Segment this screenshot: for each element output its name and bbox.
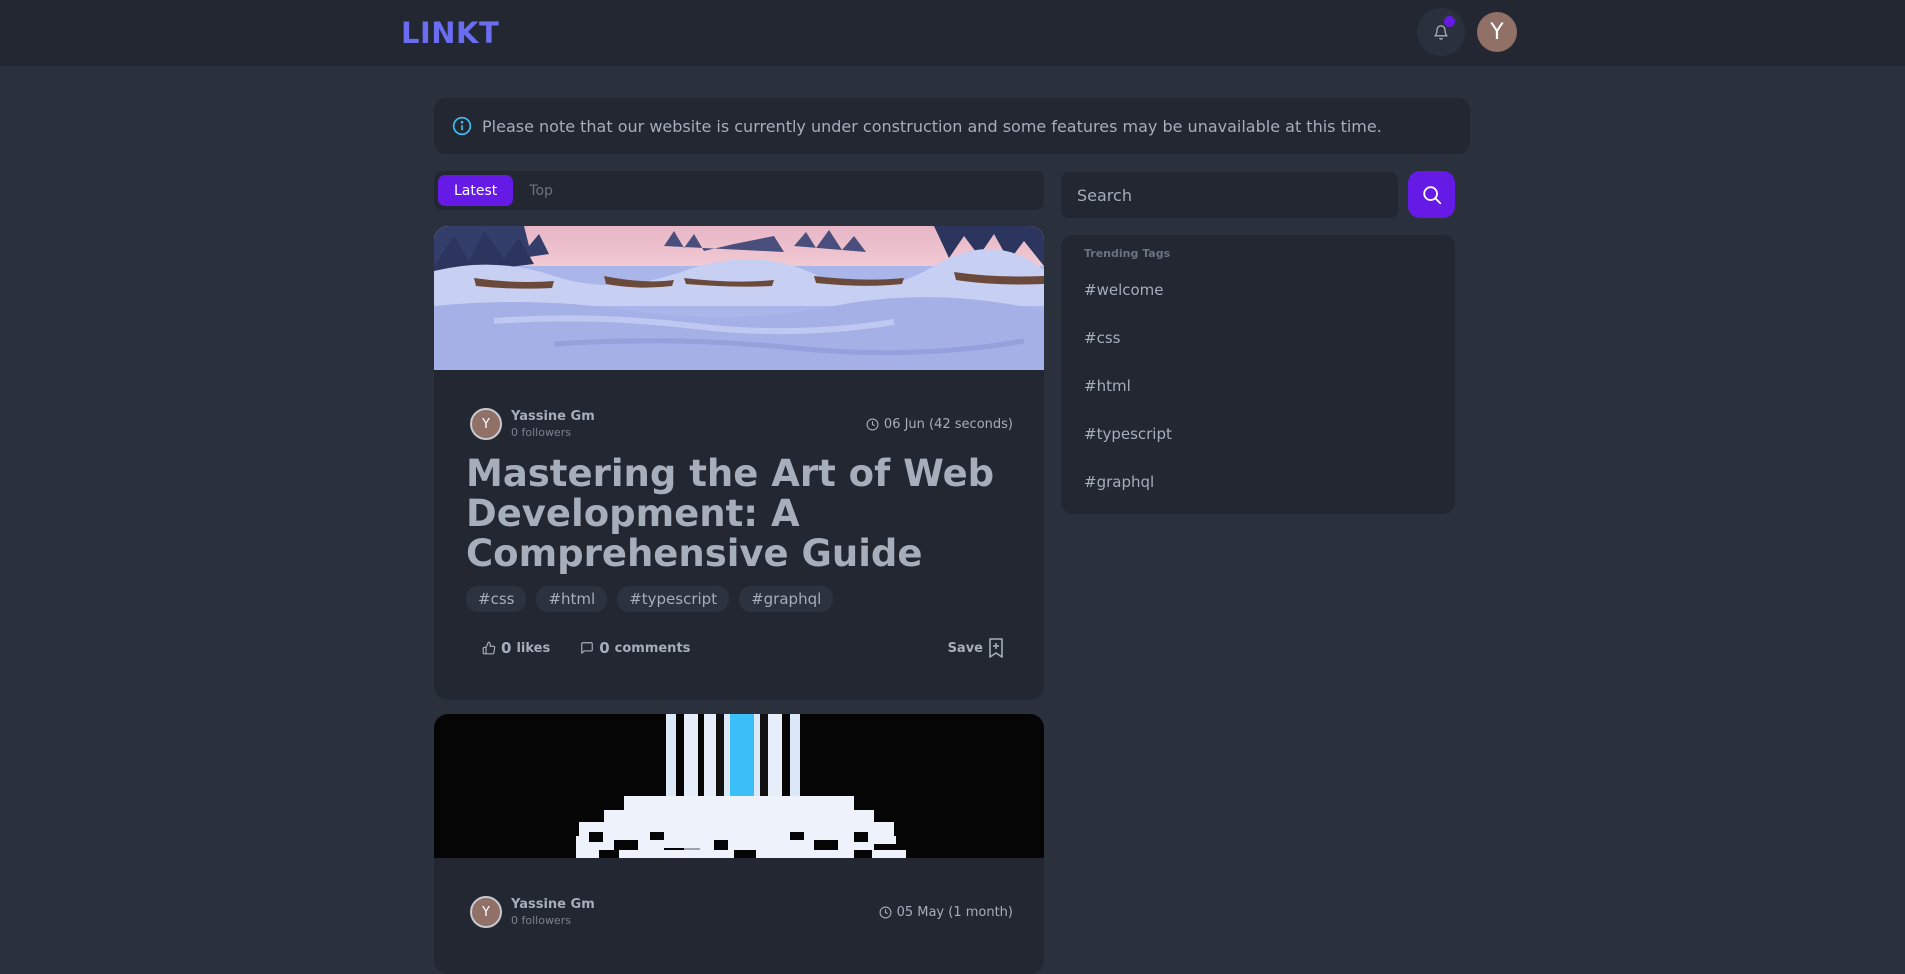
search-button[interactable] — [1408, 171, 1455, 218]
feed-tabs: Latest Top — [434, 171, 1044, 210]
post-date-text: 05 May (1 month) — [896, 904, 1013, 920]
post-cover-image[interactable] — [434, 226, 1044, 370]
save-button[interactable]: Save — [948, 638, 1004, 658]
post-tag[interactable]: #css — [466, 586, 527, 612]
clock-icon — [879, 906, 892, 919]
comments-count: 0 — [599, 639, 610, 657]
top-navbar: LINKT Y — [0, 0, 1905, 66]
user-avatar[interactable]: Y — [1477, 12, 1517, 52]
save-label: Save — [947, 640, 983, 656]
author-avatar[interactable]: Y — [470, 408, 502, 440]
trending-tag[interactable]: #graphql — [1084, 473, 1154, 491]
trending-tag[interactable]: #css — [1084, 329, 1120, 347]
thumbs-up-icon — [482, 641, 496, 655]
author-name[interactable]: Yassine Gm — [511, 897, 595, 912]
likes-label: likes — [516, 640, 551, 656]
post-actions: 0 likes 0 comments Save — [482, 636, 1004, 660]
search-icon — [1421, 184, 1443, 206]
post-title[interactable]: Mastering the Art of Web Development: A … — [466, 454, 1026, 574]
trending-tag[interactable]: #welcome — [1084, 281, 1164, 299]
notification-badge — [1444, 16, 1455, 27]
trending-tags-title: Trending Tags — [1084, 247, 1171, 260]
author-avatar[interactable]: Y — [470, 896, 502, 928]
post-meta: Y Yassine Gm 0 followers 05 May (1 month… — [470, 896, 1013, 928]
trending-tag[interactable]: #typescript — [1084, 425, 1172, 443]
likes-count: 0 — [501, 639, 512, 657]
post-date-text: 06 Jun (42 seconds) — [883, 416, 1013, 432]
post-card[interactable]: Y Yassine Gm 0 followers 05 May (1 month… — [434, 714, 1044, 974]
search-input[interactable] — [1061, 172, 1398, 218]
post-meta: Y Yassine Gm 0 followers 06 Jun (42 seco… — [470, 408, 1013, 440]
bookmark-icon — [988, 638, 1004, 658]
post-date: 05 May (1 month) — [879, 905, 1013, 920]
post-tags: #css #html #typescript #graphql — [466, 586, 834, 612]
post-date: 06 Jun (42 seconds) — [866, 417, 1013, 432]
comments-button[interactable]: 0 comments — [580, 639, 690, 657]
construction-notice: Please note that our website is currentl… — [434, 98, 1470, 154]
like-button[interactable]: 0 likes — [482, 639, 550, 657]
post-tag[interactable]: #html — [536, 586, 608, 612]
info-icon — [452, 116, 472, 136]
comments-label: comments — [614, 640, 691, 656]
post-cover-image[interactable] — [434, 714, 1044, 858]
trending-tags-panel: Trending Tags #welcome #css #html #types… — [1061, 235, 1455, 514]
trending-tag[interactable]: #html — [1084, 377, 1131, 395]
author-followers: 0 followers — [511, 914, 571, 927]
logo[interactable]: LINKT — [401, 16, 499, 50]
post-card[interactable]: Y Yassine Gm 0 followers 06 Jun (42 seco… — [434, 226, 1044, 700]
post-tag[interactable]: #graphql — [739, 586, 834, 612]
post-tag[interactable]: #typescript — [617, 586, 730, 612]
notifications-button[interactable] — [1417, 8, 1465, 56]
comment-icon — [580, 641, 594, 655]
tab-latest[interactable]: Latest — [438, 175, 514, 206]
clock-icon — [866, 418, 879, 431]
author-name[interactable]: Yassine Gm — [511, 409, 595, 424]
notice-text: Please note that our website is currentl… — [482, 116, 1382, 136]
tab-top[interactable]: Top — [513, 175, 569, 206]
author-followers: 0 followers — [511, 426, 571, 439]
